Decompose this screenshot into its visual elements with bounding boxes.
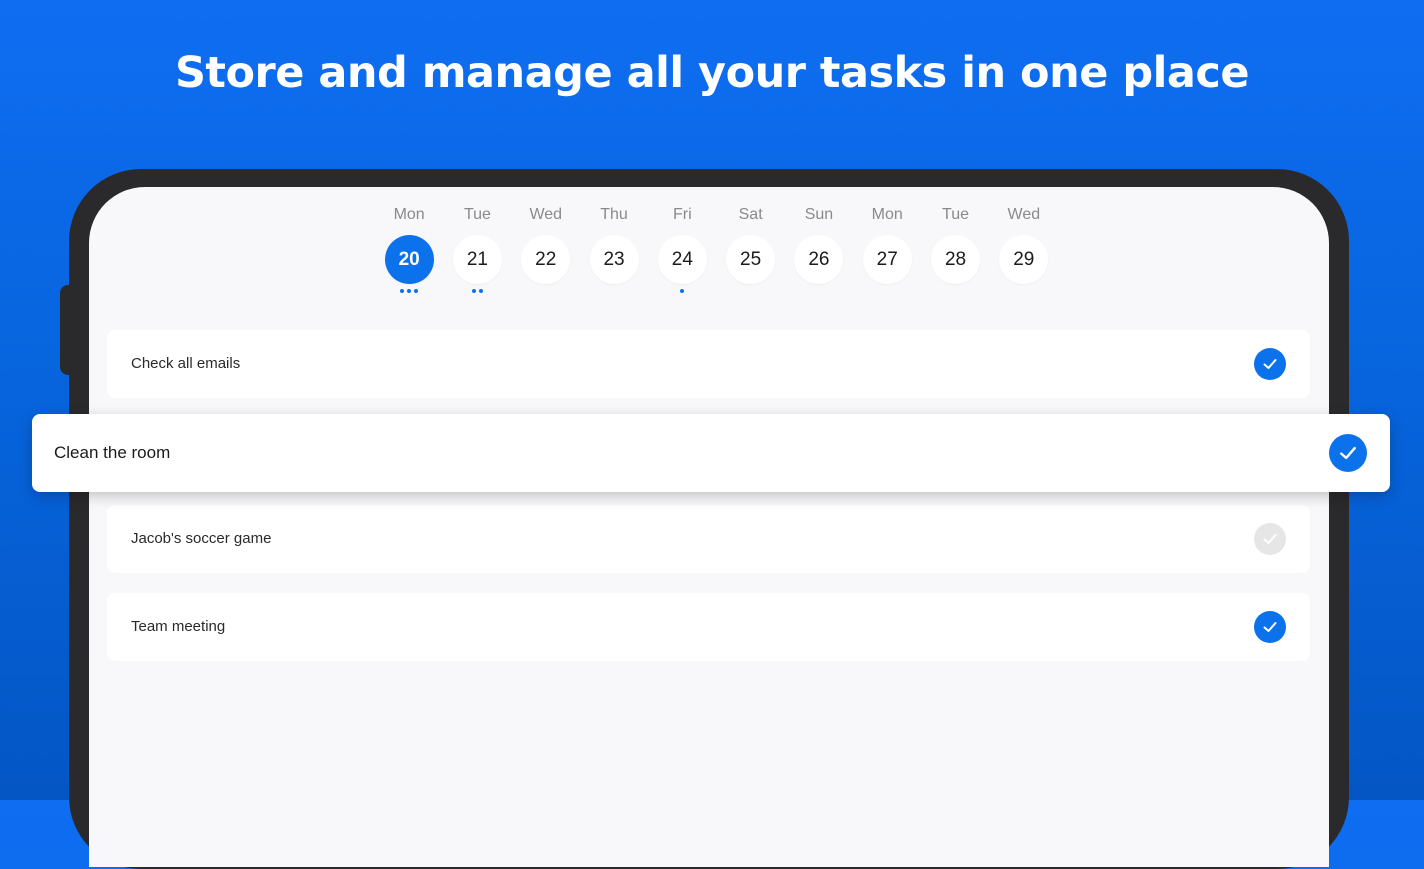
headline: Store and manage all your tasks in one p…: [174, 48, 1250, 98]
day-item[interactable]: Wed 29: [990, 205, 1058, 295]
app-screen: Mon 20 Tue 21 Wed 22 Thu 23 Fri 24 Sat 2…: [89, 187, 1329, 867]
checkmark-icon[interactable]: [1254, 611, 1286, 643]
task-dot: [680, 289, 685, 293]
task-dot: [400, 289, 405, 293]
task-label: Check all emails: [131, 355, 241, 372]
day-item[interactable]: Tue 21: [443, 205, 511, 295]
task-row-highlighted[interactable]: Clean the room: [32, 414, 1390, 492]
day-number[interactable]: 27: [862, 235, 912, 284]
day-name: Thu: [600, 206, 628, 223]
day-name: Sat: [738, 206, 763, 223]
task-indicator: [471, 289, 483, 295]
task-row[interactable]: Jacob's soccer game: [107, 505, 1310, 573]
day-number[interactable]: 28: [931, 235, 981, 284]
task-label: Team meeting: [131, 618, 226, 635]
task-label: Clean the room: [54, 443, 171, 462]
task-label: Jacob's soccer game: [131, 530, 272, 547]
task-indicator: [400, 289, 419, 295]
task-row[interactable]: Team meeting: [107, 593, 1310, 661]
day-name: Sun: [804, 206, 834, 223]
task-dot: [414, 289, 419, 293]
day-item[interactable]: Sun 26: [785, 205, 853, 295]
task-row[interactable]: Check all emails: [107, 330, 1310, 398]
day-number[interactable]: 25: [726, 235, 776, 284]
day-item[interactable]: Wed 22: [512, 205, 580, 295]
day-item[interactable]: Mon 20: [375, 205, 443, 295]
day-name: Wed: [1007, 206, 1041, 223]
day-name: Mon: [871, 206, 903, 223]
day-name: Fri: [673, 206, 692, 223]
day-item[interactable]: Tue 28: [921, 205, 989, 295]
day-name: Tue: [942, 206, 970, 223]
day-item[interactable]: Thu 23: [580, 205, 648, 295]
day-name: Wed: [529, 206, 563, 223]
checkmark-icon[interactable]: [1329, 434, 1367, 472]
day-number[interactable]: 21: [452, 235, 502, 284]
week-strip: Mon 20 Tue 21 Wed 22 Thu 23 Fri 24 Sat 2…: [375, 205, 1058, 295]
day-item[interactable]: Mon 27: [853, 205, 921, 295]
day-number[interactable]: 23: [589, 235, 639, 284]
day-item[interactable]: Fri 24: [648, 205, 716, 295]
day-name: Tue: [463, 206, 491, 223]
day-number[interactable]: 26: [794, 235, 844, 284]
task-dot: [471, 289, 476, 293]
day-number[interactable]: 20: [384, 235, 434, 284]
checkmark-icon[interactable]: [1254, 348, 1286, 380]
day-number[interactable]: 24: [657, 235, 707, 284]
task-indicator: [680, 289, 685, 295]
task-dot: [478, 289, 483, 293]
day-name: Mon: [393, 206, 425, 223]
task-dot: [407, 289, 412, 293]
checkmark-icon[interactable]: [1254, 523, 1286, 555]
day-number[interactable]: 22: [521, 235, 571, 284]
day-number[interactable]: 29: [999, 235, 1049, 284]
day-item[interactable]: Sat 25: [716, 205, 784, 295]
